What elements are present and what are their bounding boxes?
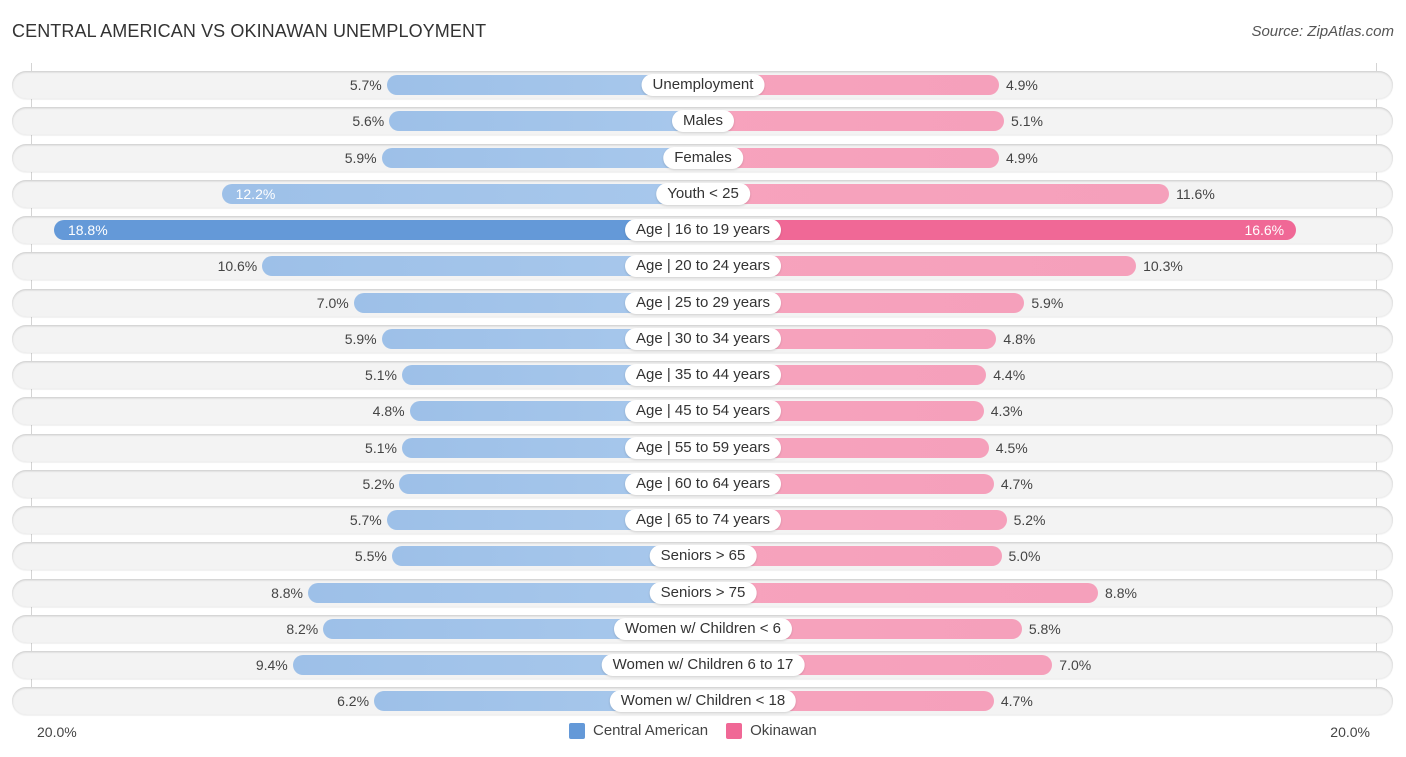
bar-okinawan[interactable]: [703, 111, 1005, 132]
category-label: Age | 35 to 44 years: [625, 364, 781, 386]
value-label-okinawan: 5.0%: [1008, 548, 1041, 565]
bar-okinawan[interactable]: [703, 183, 1170, 204]
bar-central-american[interactable]: [381, 147, 703, 168]
value-label-okinawan: 4.9%: [1005, 149, 1038, 166]
value-label-central-american: 8.8%: [271, 584, 303, 601]
value-label-central-american: 18.8%: [67, 222, 108, 238]
value-label-okinawan: 5.9%: [1031, 294, 1064, 311]
value-label-central-american: 5.9%: [344, 330, 377, 347]
value-label-okinawan: 5.2%: [1013, 512, 1046, 528]
bar-okinawan[interactable]: [703, 147, 999, 168]
value-label-okinawan: 16.6%: [1244, 222, 1285, 238]
value-label-central-american: 8.2%: [286, 620, 319, 637]
category-label: Age | 25 to 29 years: [625, 291, 781, 314]
value-label-okinawan: 10.3%: [1143, 258, 1183, 275]
category-label: Age | 55 to 59 years: [625, 436, 781, 459]
value-label-central-american: 4.8%: [372, 403, 405, 420]
axis-label-left: 20.0%: [37, 724, 77, 740]
value-label-central-american: 5.7%: [349, 77, 382, 93]
axis-label-right: 20.0%: [1330, 724, 1370, 740]
legend-item-okinawan[interactable]: Okinawan: [726, 722, 817, 739]
bar-central-american[interactable]: [307, 582, 703, 603]
value-label-central-american: 9.4%: [255, 657, 288, 673]
value-label-central-american: 5.9%: [344, 149, 377, 166]
category-label: Seniors > 75: [649, 581, 757, 604]
value-label-central-american: 5.1%: [365, 439, 397, 456]
value-label-central-american: 5.2%: [362, 475, 395, 492]
value-label-okinawan: 4.7%: [1000, 693, 1033, 710]
value-label-central-american: 5.5%: [354, 548, 387, 565]
category-label: Males: [671, 110, 735, 133]
bar-central-american[interactable]: [53, 220, 703, 240]
value-label-okinawan: 4.9%: [1005, 77, 1038, 93]
category-label: Age | 45 to 54 years: [625, 400, 781, 423]
bar-okinawan[interactable]: [703, 582, 1099, 603]
value-label-okinawan: 11.6%: [1176, 185, 1215, 202]
legend-label-central-american: Central American: [593, 722, 709, 739]
value-label-central-american: 5.6%: [352, 113, 385, 130]
value-label-central-american: 12.2%: [235, 185, 276, 202]
value-label-central-american: 6.2%: [337, 693, 370, 710]
category-label: Age | 20 to 24 years: [625, 255, 781, 278]
category-label: Women w/ Children < 18: [609, 690, 797, 713]
value-label-okinawan: 4.5%: [995, 439, 1028, 456]
category-label: Age | 60 to 64 years: [625, 472, 781, 495]
value-label-central-american: 5.7%: [349, 512, 382, 528]
bar-central-american[interactable]: [389, 111, 703, 132]
category-label: Age | 65 to 74 years: [625, 509, 781, 531]
value-label-okinawan: 7.0%: [1059, 657, 1092, 673]
value-label-central-american: 7.0%: [316, 294, 349, 311]
value-label-okinawan: 4.8%: [1003, 330, 1036, 347]
value-label-okinawan: 5.8%: [1028, 620, 1061, 637]
chart-title: CENTRAL AMERICAN VS OKINAWAN UNEMPLOYMEN…: [12, 21, 487, 41]
category-label: Age | 30 to 34 years: [625, 327, 781, 350]
value-label-okinawan: 5.1%: [1011, 113, 1043, 130]
legend-label-okinawan: Okinawan: [750, 722, 817, 739]
bar-okinawan[interactable]: [703, 220, 1297, 240]
value-label-okinawan: 4.7%: [1000, 475, 1033, 492]
value-label-okinawan: 4.3%: [990, 403, 1023, 420]
legend-item-central-american[interactable]: Central American: [569, 722, 708, 739]
value-label-central-american: 5.1%: [365, 367, 397, 383]
value-label-okinawan: 4.4%: [993, 367, 1026, 383]
category-label: Unemployment: [641, 74, 765, 96]
category-label: Women w/ Children 6 to 17: [601, 654, 805, 676]
legend-swatch-okinawan: [726, 722, 743, 739]
value-label-okinawan: 8.8%: [1105, 584, 1137, 601]
category-label: Age | 16 to 19 years: [625, 219, 781, 241]
value-label-central-american: 10.6%: [217, 258, 258, 275]
category-label: Youth < 25: [656, 182, 750, 205]
legend: Central American Okinawan: [569, 722, 835, 739]
bar-central-american[interactable]: [221, 183, 703, 204]
legend-swatch-central-american: [569, 722, 585, 739]
category-label: Females: [663, 146, 743, 169]
category-label: Seniors > 65: [649, 545, 757, 568]
category-label: Women w/ Children < 6: [613, 617, 793, 640]
source-label: Source: ZipAtlas.com: [1251, 23, 1394, 40]
